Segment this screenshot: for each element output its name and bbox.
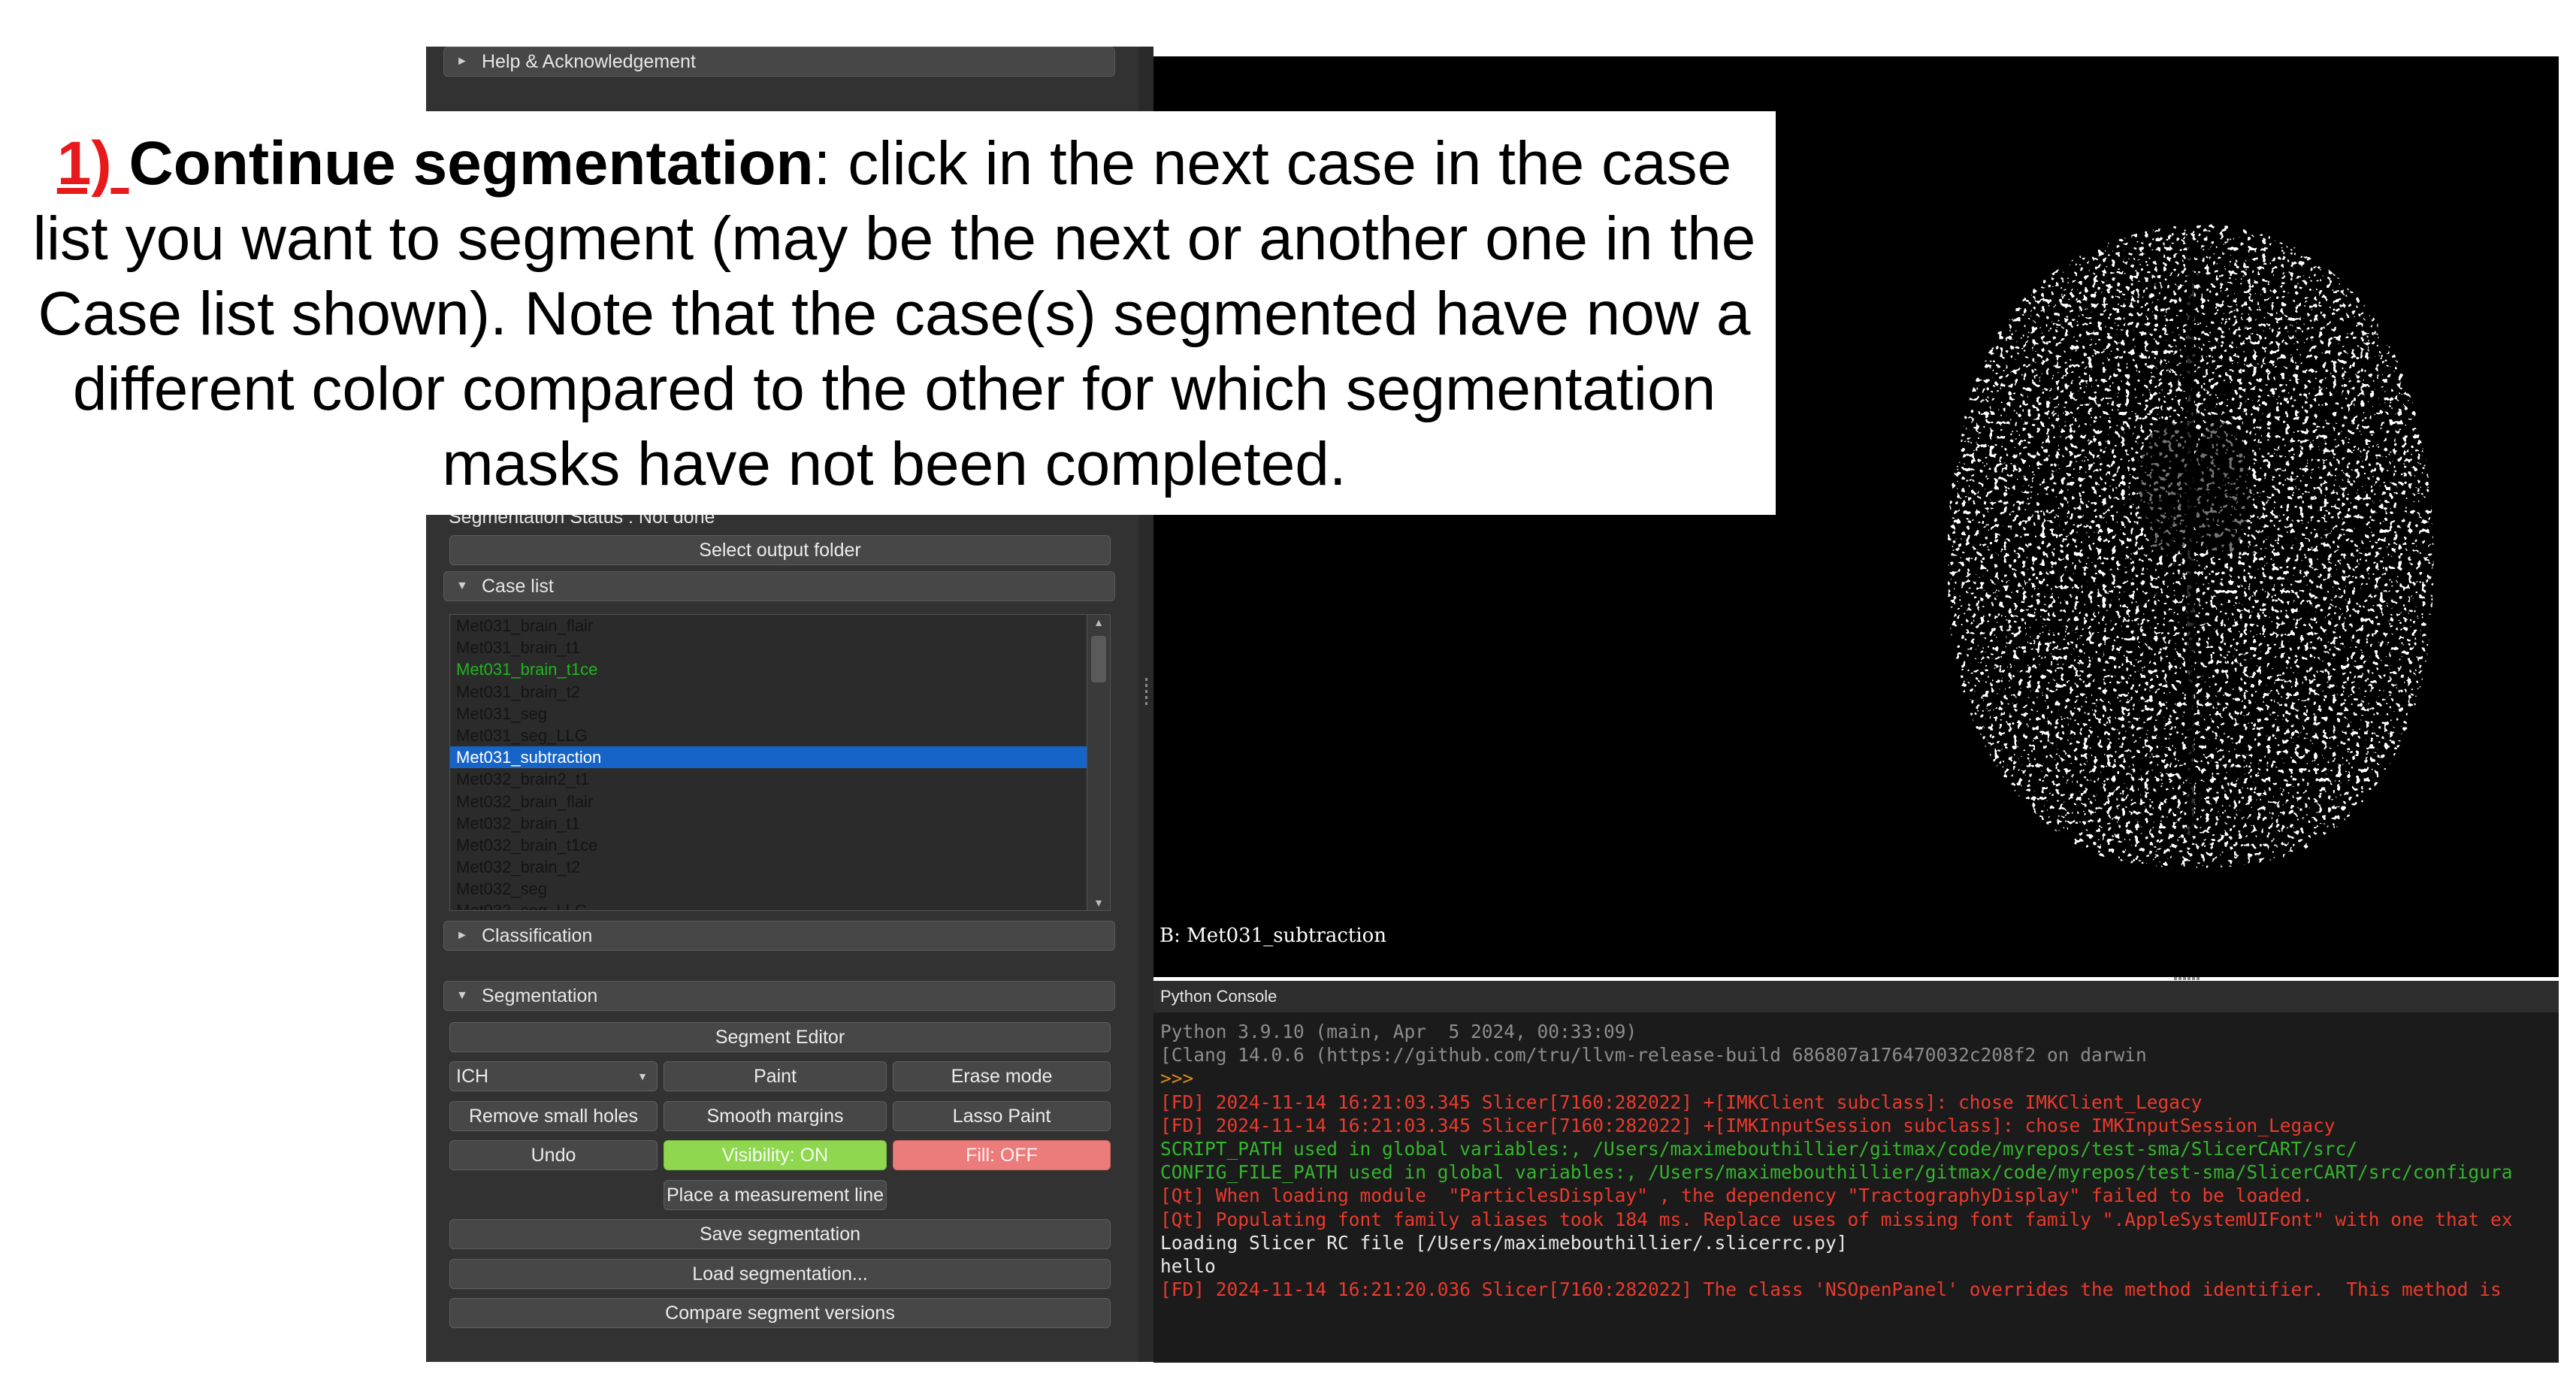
console-line: [Clang 14.0.6 (https://github.com/tru/ll… (1160, 1044, 2147, 1067)
erase-mode-button[interactable]: Erase mode (893, 1061, 1111, 1091)
dropdown-arrow-icon: ▼ (637, 1070, 648, 1082)
fill-toggle-button[interactable]: Fill: OFF (893, 1140, 1111, 1170)
case-list[interactable]: Met031_brain_flair Met031_brain_t1 Met031_… (449, 614, 1111, 911)
expand-arrow-icon: ► (456, 929, 468, 942)
console-line: Loading Slicer RC file [/Users/maximebou… (1160, 1231, 1848, 1254)
compare-segment-versions-button[interactable]: Compare segment versions (449, 1298, 1111, 1328)
viewer-slice-label: B: Met031_subtraction (1160, 924, 1387, 947)
collapse-arrow-icon: ▼ (456, 989, 468, 1002)
case-list-item[interactable]: Met032_brain_t1ce (450, 834, 1087, 856)
visibility-toggle-button[interactable]: Visibility: ON (664, 1140, 887, 1170)
select-output-folder-button[interactable]: Select output folder (449, 535, 1111, 565)
console-line: [FD] 2024-11-14 16:21:20.036 Slicer[7160… (1160, 1278, 2502, 1301)
remove-small-holes-button[interactable]: Remove small holes (449, 1101, 658, 1131)
console-line: CONFIG_FILE_PATH used in global variable… (1160, 1161, 2513, 1184)
label-select-value: ICH (456, 1065, 489, 1087)
case-list-item[interactable]: Met031_brain_t1 (450, 637, 1087, 658)
case-list-item[interactable]: Met031_brain_t1ce (450, 658, 1087, 680)
instruction-title: Continue segmentation (128, 129, 814, 198)
case-list-header[interactable]: ▼ Case list (443, 571, 1115, 601)
case-list-header-label: Case list (482, 575, 554, 597)
console-line: [FD] 2024-11-14 16:21:03.345 Slicer[7160… (1160, 1114, 2336, 1136)
undo-button[interactable]: Undo (449, 1140, 658, 1170)
console-line: [Qt] When loading module "ParticlesDispl… (1160, 1185, 2314, 1207)
splitter-grip-icon[interactable] (1145, 678, 1147, 708)
brain-image[interactable] (1943, 219, 2438, 873)
classification-header-label: Classification (482, 924, 593, 946)
console-output[interactable]: Python 3.9.10 (main, Apr 5 2024, 00:33:0… (1160, 1020, 2559, 1301)
place-measurement-line-button[interactable]: Place a measurement line (664, 1180, 887, 1210)
scroll-up-icon[interactable]: ▲ (1087, 616, 1110, 628)
smooth-margins-button[interactable]: Smooth margins (664, 1101, 887, 1131)
save-segmentation-button[interactable]: Save segmentation (449, 1219, 1111, 1249)
segmentation-header[interactable]: ▼ Segmentation (443, 981, 1115, 1011)
step-number: 1) (56, 129, 129, 198)
console-line: hello (1160, 1255, 1216, 1278)
case-list-item[interactable]: Met032_brain_flair (450, 791, 1087, 812)
load-segmentation-button[interactable]: Load segmentation... (449, 1259, 1111, 1289)
help-header-label: Help & Acknowledgement (482, 50, 696, 72)
scrollbar-thumb[interactable] (1091, 636, 1106, 682)
segment-editor-button[interactable]: Segment Editor (449, 1022, 1111, 1052)
console-line: [FD] 2024-11-14 16:21:03.345 Slicer[7160… (1160, 1091, 2203, 1113)
case-list-item[interactable]: Met032_brain2_t1 (450, 768, 1087, 790)
label-select[interactable]: ICH ▼ (449, 1061, 658, 1091)
console-line: >>> (1160, 1067, 1194, 1090)
collapse-arrow-icon: ▼ (456, 579, 468, 592)
case-list-item[interactable]: Met032_brain_t1 (450, 812, 1087, 834)
instruction-text: 1) Continue segmentation: click in the n… (30, 126, 1758, 502)
console-resize-grip-icon[interactable] (2174, 977, 2200, 980)
case-list-item[interactable]: Met032_seg_LLG (450, 900, 1087, 910)
console-title: Python Console (1153, 981, 2559, 1012)
segmentation-header-label: Segmentation (482, 985, 598, 1006)
lasso-paint-button[interactable]: Lasso Paint (893, 1101, 1111, 1131)
case-list-item[interactable]: Met032_seg (450, 878, 1087, 900)
case-list-item[interactable]: Met032_brain_t2 (450, 856, 1087, 878)
help-acknowledgement-header[interactable]: ► Help & Acknowledgement (443, 47, 1115, 77)
console-line: Python 3.9.10 (main, Apr 5 2024, 00:33:0… (1160, 1021, 1637, 1042)
scroll-down-icon[interactable]: ▼ (1087, 897, 1110, 909)
paint-button[interactable]: Paint (664, 1061, 887, 1091)
case-list-scrollbar[interactable]: ▲ ▼ (1087, 615, 1110, 910)
console-line: SCRIPT_PATH used in global variables:, /… (1160, 1138, 2358, 1160)
python-console[interactable]: Python Console Python 3.9.10 (main, Apr … (1153, 981, 2559, 1363)
console-line: [Qt] Populating font family aliases took… (1160, 1208, 2513, 1230)
classification-header[interactable]: ► Classification (443, 921, 1115, 951)
case-list-item[interactable]: Met031_seg (450, 703, 1087, 725)
instruction-annotation: 1) Continue segmentation: click in the n… (0, 111, 1776, 515)
case-list-item[interactable]: Met031_subtraction (450, 746, 1087, 769)
expand-arrow-icon: ► (456, 55, 468, 68)
case-list-item[interactable]: Met031_seg_LLG (450, 725, 1087, 746)
case-list-item[interactable]: Met031_brain_flair (450, 615, 1087, 637)
case-list-item[interactable]: Met031_brain_t2 (450, 681, 1087, 703)
